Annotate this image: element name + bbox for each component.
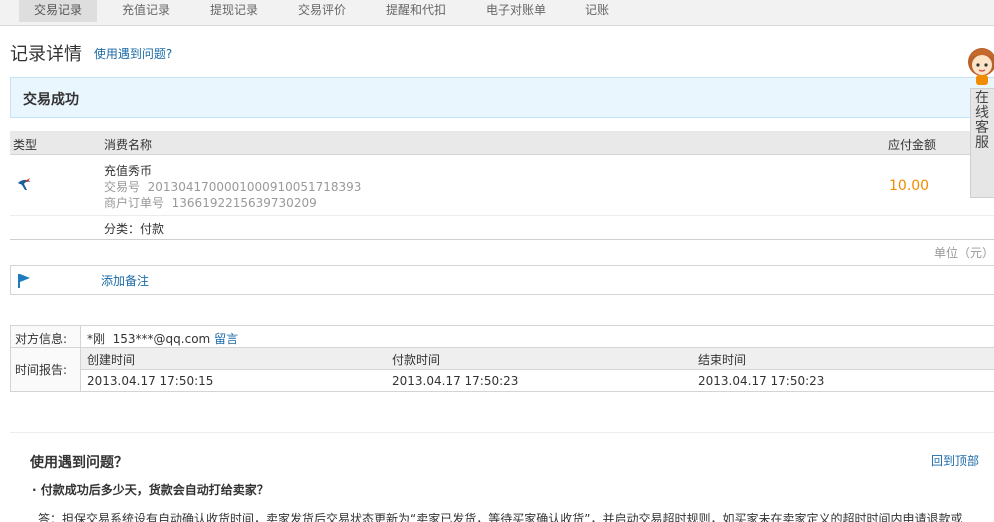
counterpart-label: 对方信息: (15, 332, 68, 346)
category-row: 分类：付款 (10, 216, 994, 240)
tab-reminders[interactable]: 提醒和代扣 (376, 0, 456, 22)
status-text: 交易成功 (23, 92, 79, 108)
flag-icon (18, 274, 30, 288)
end-time: 2013.04.17 17:50:23 (698, 374, 825, 388)
trade-number: 交易号 2013041700001000910051718393 (104, 178, 361, 195)
add-note-link[interactable]: 添加备注 (101, 272, 149, 289)
created-time-header: 创建时间 (87, 353, 136, 367)
column-type: 类型 (13, 138, 38, 152)
merchant-order-label: 商户订单号 (104, 196, 165, 210)
category-label: 分类：付款 (104, 222, 165, 236)
paid-time-header: 付款时间 (392, 353, 441, 367)
title-row: 记录详情 使用遇到问题? (10, 40, 172, 65)
page-title: 记录详情 (10, 44, 82, 65)
column-amount: 应付金额 (888, 138, 937, 152)
swift-bird-icon (18, 178, 31, 190)
created-time: 2013.04.17 17:50:15 (87, 374, 214, 388)
faq-answer: 答：担保交易系统设有自动确认收货时间，卖家发货后交易状态更新为“卖家已发货，等待… (38, 512, 963, 522)
counterpart-email: 153***@qq.com (112, 332, 211, 346)
message-link[interactable]: 留言 (214, 332, 238, 346)
payable-amount: 10.00 (889, 178, 930, 194)
column-name: 消费名称 (104, 138, 153, 152)
help-link[interactable]: 使用遇到问题? (94, 45, 172, 62)
table-row: 充值秀币 交易号 2013041700001000910051718393 商户… (10, 156, 994, 216)
tab-transactions[interactable]: 交易记录 (19, 0, 97, 22)
tab-reviews[interactable]: 交易评价 (282, 0, 362, 22)
paid-time: 2013.04.17 17:50:23 (392, 374, 519, 388)
unit-label: 单位（元） (934, 246, 994, 260)
counterpart-row: 对方信息: *刚 153***@qq.com 留言 (11, 326, 994, 348)
tab-withdraw[interactable]: 提现记录 (194, 0, 274, 22)
help-title: 使用遇到问题？ (30, 455, 128, 471)
trade-number-label: 交易号 (104, 180, 141, 194)
time-report-label: 时间报告: (15, 363, 68, 377)
counterpart-name: *刚 (87, 332, 106, 346)
trade-number-value: 2013041700001000910051718393 (147, 180, 362, 194)
merchant-order-value: 1366192215639730209 (171, 196, 317, 210)
back-to-top-link[interactable]: 回到顶部 (931, 452, 979, 469)
item-name: 充值秀币 (104, 164, 153, 178)
help-divider (10, 432, 994, 433)
tab-bookkeeping[interactable]: 记账 (572, 0, 622, 22)
online-service-label: 在线客服 (975, 90, 989, 151)
record-tabs: 交易记录 充值记录 提现记录 交易评价 提醒和代扣 电子对账单 记账 (0, 0, 994, 26)
tab-statements[interactable]: 电子对账单 (476, 0, 556, 22)
time-header-row: 创建时间 付款时间 结束时间 (81, 348, 994, 370)
faq-question: · 付款成功后多少天，货款会自动打给卖家？ (32, 483, 269, 497)
service-avatar-icon (968, 48, 994, 85)
status-box: 交易成功 (10, 77, 994, 118)
online-service-button[interactable]: 在线客服 (970, 88, 994, 198)
tab-recharge[interactable]: 充值记录 (106, 0, 186, 22)
end-time-header: 结束时间 (698, 353, 747, 367)
counterpart-info: *刚 153***@qq.com 留言 (87, 330, 238, 347)
table-header: 类型 消费名称 应付金额 (10, 131, 994, 155)
merchant-order-number: 商户订单号 1366192215639730209 (104, 194, 317, 211)
online-service-widget[interactable]: 在线客服 (964, 42, 994, 198)
info-table: 对方信息: *刚 153***@qq.com 留言 时间报告: 创建时间 付款时… (10, 325, 994, 392)
note-box: 添加备注 (10, 265, 994, 295)
